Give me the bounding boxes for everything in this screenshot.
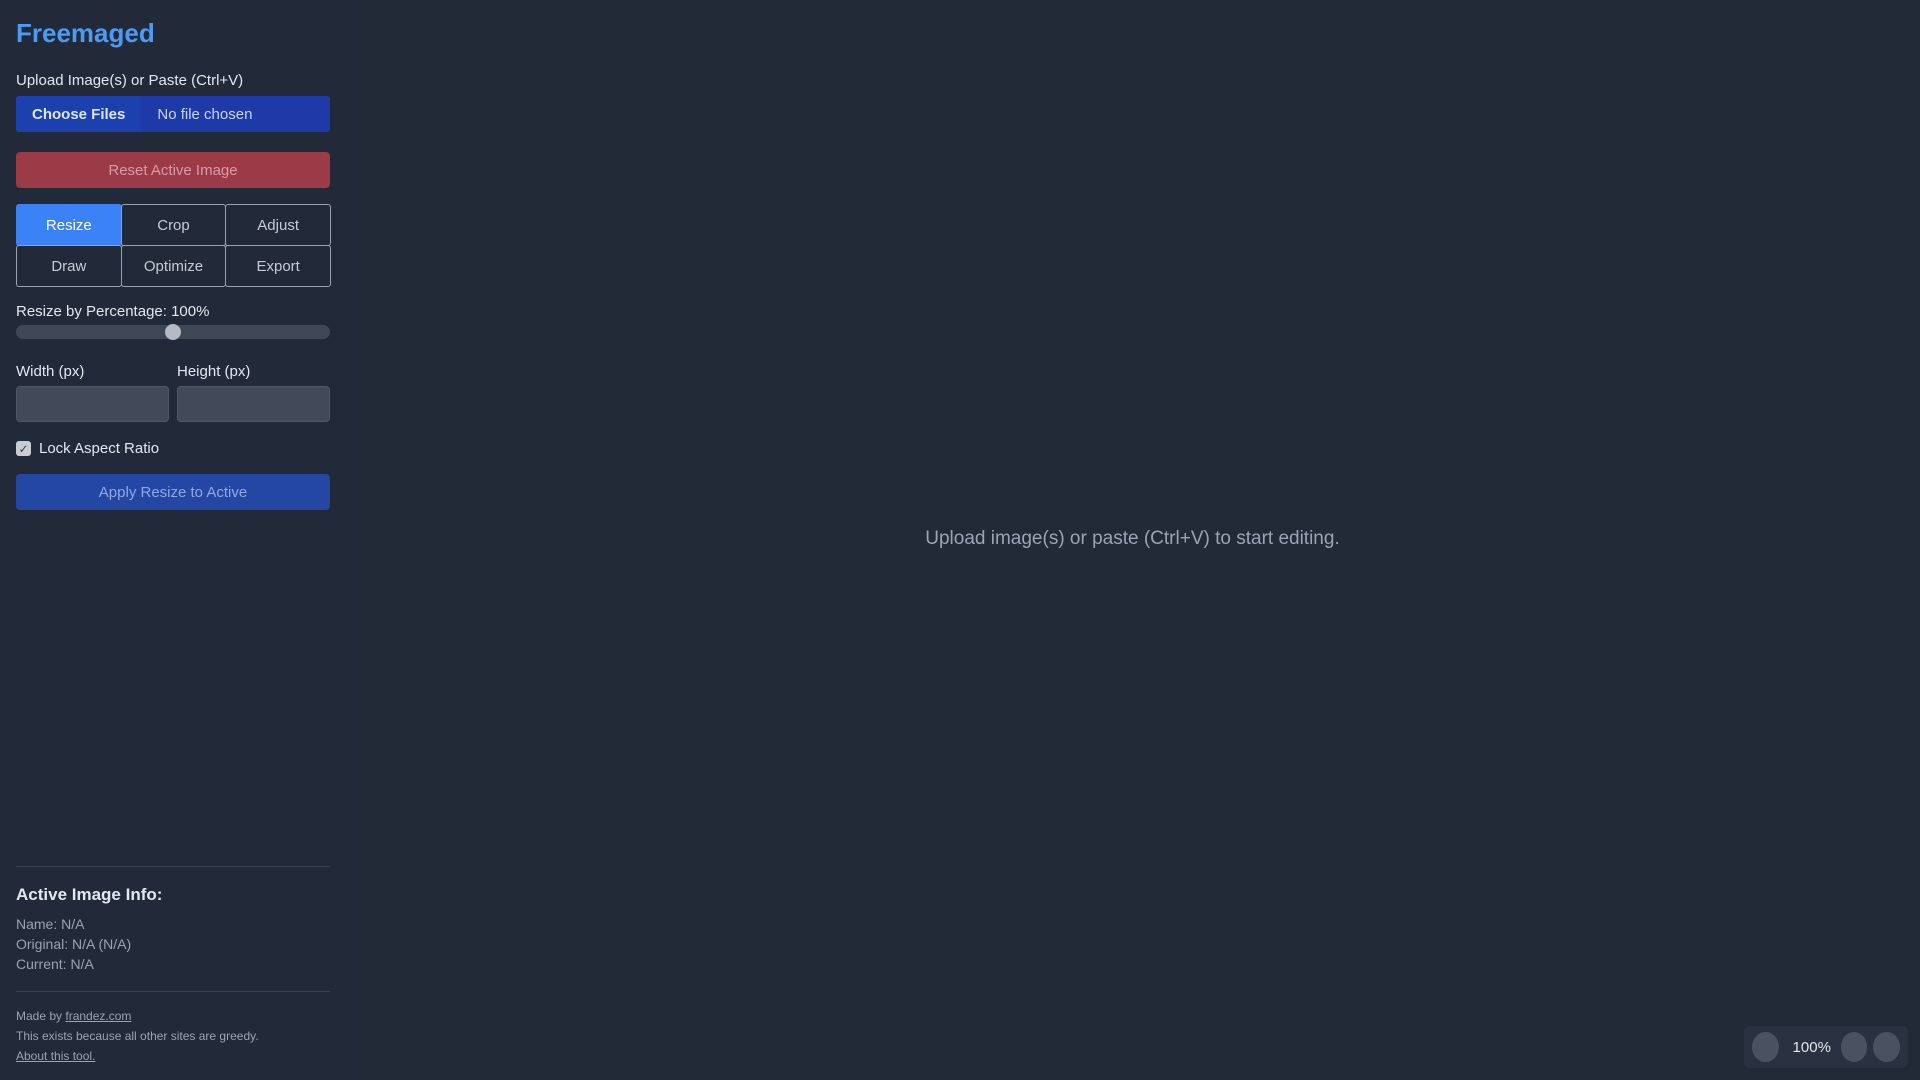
frandez-link[interactable]: frandez.com <box>65 1009 131 1023</box>
resize-percentage-slider[interactable] <box>16 324 330 340</box>
resize-percentage-label: Resize by Percentage: 100% <box>16 303 210 320</box>
tab-optimize[interactable]: Optimize <box>120 245 227 287</box>
choose-files-button[interactable]: Choose Files <box>16 96 142 132</box>
info-name: Name: N/A <box>16 916 85 932</box>
info-divider <box>16 866 330 867</box>
reset-active-image-button[interactable]: Reset Active Image <box>16 152 330 188</box>
lock-aspect-ratio-label: Lock Aspect Ratio <box>39 440 160 457</box>
zoom-fit-icon[interactable] <box>1873 1032 1901 1062</box>
tab-draw[interactable]: Draw <box>16 245 122 287</box>
tab-export[interactable]: Export <box>225 245 331 287</box>
made-by-prefix: Made by <box>16 1009 63 1023</box>
upload-label: Upload Image(s) or Paste (Ctrl+V) <box>16 72 244 89</box>
app-title: Freemaged <box>16 18 155 48</box>
canvas-empty-message: Upload image(s) or paste (Ctrl+V) to sta… <box>925 528 1340 549</box>
slider-thumb[interactable] <box>165 324 181 340</box>
no-file-text: No file chosen <box>157 105 253 123</box>
zoom-level: 100% <box>1792 1038 1831 1056</box>
made-by-line: Made by frandez.com <box>16 1009 131 1023</box>
about-link[interactable]: About this tool. <box>16 1049 95 1063</box>
tool-tabs: Resize Crop Adjust Draw Optimize Export <box>16 204 331 287</box>
lock-aspect-ratio-row[interactable]: ✓ Lock Aspect Ratio <box>16 440 159 457</box>
file-input[interactable]: Choose Files No file chosen <box>16 96 330 132</box>
height-label: Height (px) <box>177 363 251 380</box>
width-label: Width (px) <box>16 363 85 380</box>
info-current: Current: N/A <box>16 956 94 972</box>
zoom-controls: 100% <box>1744 1026 1908 1068</box>
tab-resize[interactable]: Resize <box>16 204 122 246</box>
active-image-info-title: Active Image Info: <box>16 885 163 904</box>
tab-crop[interactable]: Crop <box>120 204 227 246</box>
sidebar: Freemaged Upload Image(s) or Paste (Ctrl… <box>0 0 360 1080</box>
zoom-out-icon[interactable] <box>1752 1032 1779 1062</box>
height-input[interactable] <box>177 386 330 422</box>
width-input[interactable] <box>16 386 169 422</box>
footer-divider <box>16 991 330 992</box>
tagline: This exists because all other sites are … <box>16 1029 259 1043</box>
checkmark-icon: ✓ <box>18 441 29 456</box>
apply-resize-button[interactable]: Apply Resize to Active <box>16 474 330 510</box>
zoom-in-icon[interactable] <box>1840 1032 1868 1062</box>
lock-aspect-ratio-checkbox[interactable]: ✓ <box>16 441 31 456</box>
info-original: Original: N/A (N/A) <box>16 936 132 952</box>
about-line: About this tool. <box>16 1049 95 1063</box>
tab-adjust[interactable]: Adjust <box>225 204 331 246</box>
